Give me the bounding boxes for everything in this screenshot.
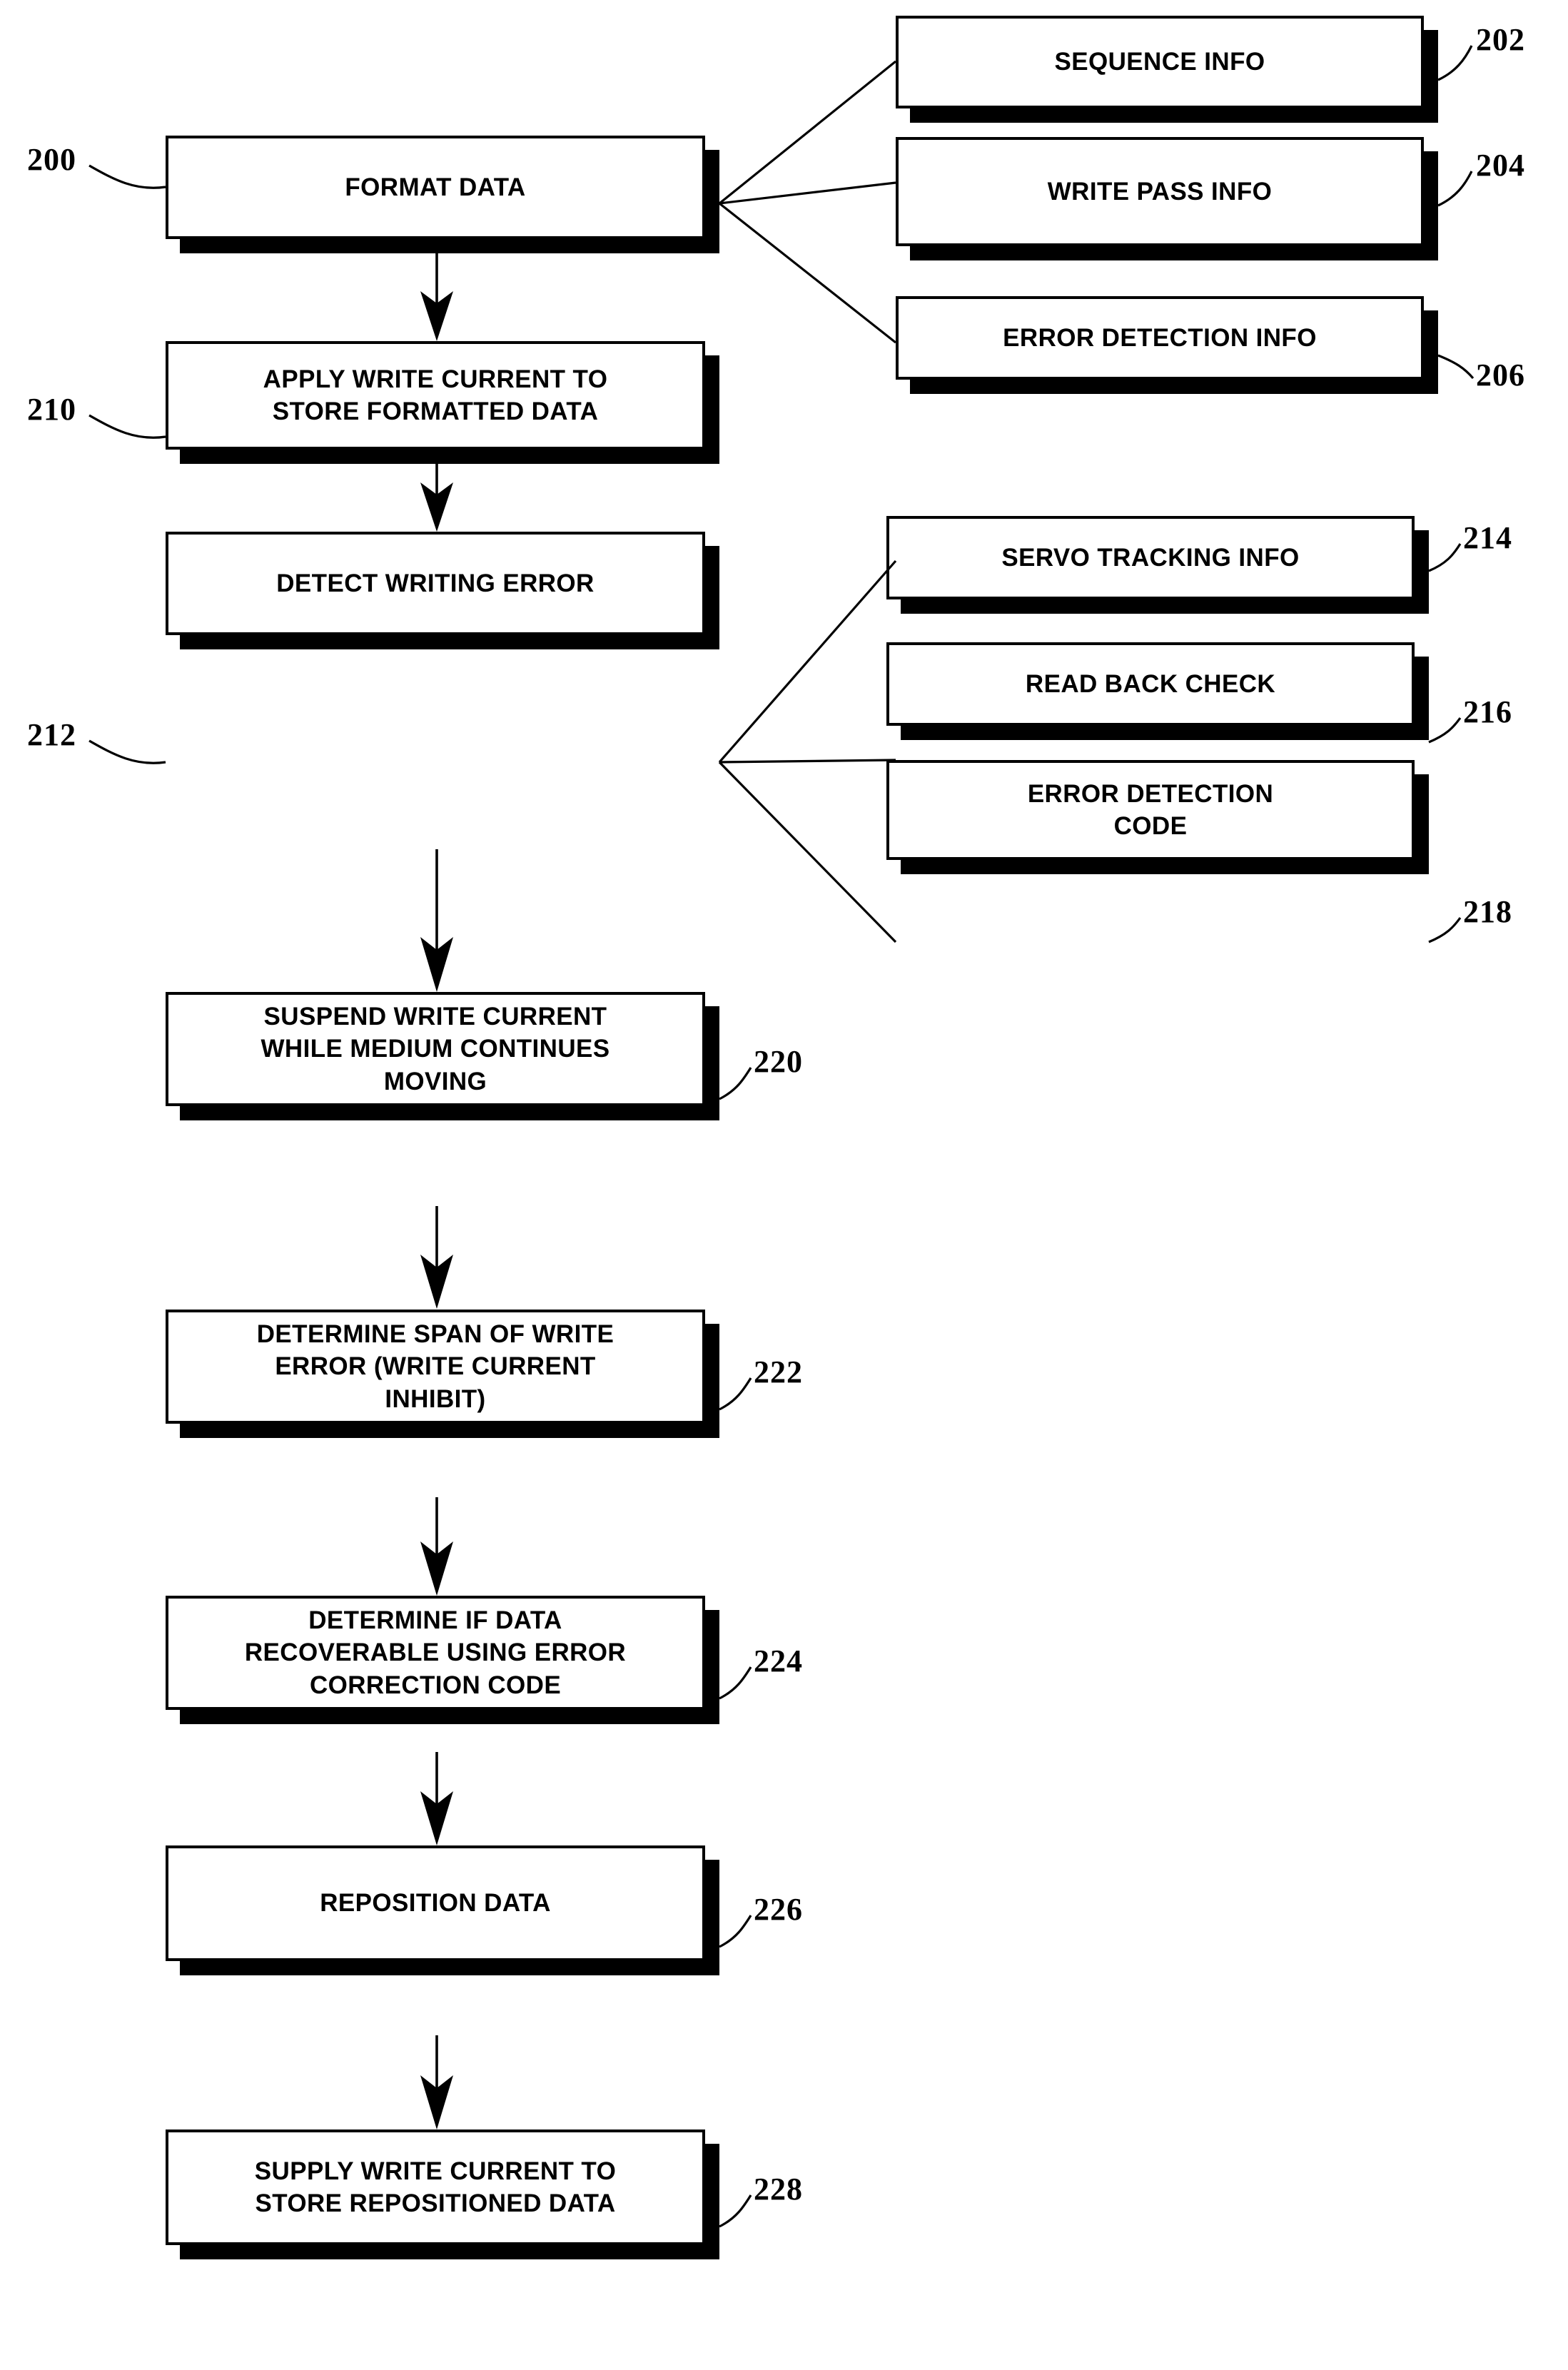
fan-connector-detect-writing-error	[718, 559, 897, 943]
process-box-determine-recoverable[interactable]: DETERMINE IF DATA RECOVERABLE USING ERRO…	[166, 1596, 705, 1710]
reference-numeral-210: 210	[27, 391, 76, 427]
process-box-determine-span[interactable]: DETERMINE SPAN OF WRITE ERROR (WRITE CUR…	[166, 1310, 705, 1424]
info-box-label: ERROR DETECTION CODE	[1027, 779, 1274, 841]
fan-connector-format-data	[718, 60, 897, 344]
reference-numeral-text: 210	[27, 392, 76, 427]
reference-numeral-202: 202	[1476, 21, 1525, 58]
reference-numeral-text: 200	[27, 142, 76, 177]
reference-numeral-224: 224	[754, 1643, 803, 1679]
reference-numeral-204: 204	[1476, 147, 1525, 183]
process-box-label: FORMAT DATA	[345, 173, 526, 201]
process-box-label: REPOSITION DATA	[320, 1889, 551, 1918]
reference-numeral-228: 228	[754, 2171, 803, 2207]
process-box-label: SUPPLY WRITE CURRENT TO STORE REPOSITION…	[254, 2157, 617, 2218]
reference-numeral-200: 200	[27, 141, 76, 178]
process-box-label: SUSPEND WRITE CURRENT WHILE MEDIUM CONTI…	[261, 1002, 610, 1095]
info-box-read-back-check[interactable]: READ BACK CHECK	[886, 642, 1415, 726]
process-box-format-data[interactable]: FORMAT DATA	[166, 136, 705, 239]
reference-numeral-text: 220	[754, 1044, 803, 1079]
flow-arrow-210-to-212	[420, 464, 453, 532]
flow-arrow-200-to-210	[420, 253, 453, 341]
info-box-servo-tracking-info[interactable]: SERVO TRACKING INFO	[886, 516, 1415, 599]
info-box-label: SERVO TRACKING INFO	[1001, 543, 1300, 572]
reference-numeral-text: 222	[754, 1354, 803, 1389]
flow-arrow-220-to-222	[420, 1206, 453, 1309]
flow-arrow-222-to-224	[420, 1497, 453, 1596]
info-box-error-detection-info[interactable]: ERROR DETECTION INFO	[896, 296, 1424, 380]
reference-numeral-text: 206	[1476, 358, 1525, 393]
patent-figure: FORMAT DATA APPLY WRITE CURRENT TO STORE…	[0, 0, 1568, 2370]
process-box-reposition-data[interactable]: REPOSITION DATA	[166, 1845, 705, 1961]
reference-numeral-218: 218	[1463, 893, 1512, 930]
reference-numeral-text: 216	[1463, 694, 1512, 729]
reference-numeral-text: 224	[754, 1644, 803, 1678]
info-box-label: SEQUENCE INFO	[1054, 48, 1265, 76]
info-box-label: READ BACK CHECK	[1025, 669, 1276, 698]
reference-numeral-text: 204	[1476, 148, 1525, 183]
reference-numeral-206: 206	[1476, 357, 1525, 393]
reference-numeral-222: 222	[754, 1354, 803, 1390]
info-box-error-detection-code[interactable]: ERROR DETECTION CODE	[886, 760, 1415, 860]
flow-arrow-212-to-220	[420, 849, 453, 992]
process-box-label: DETERMINE SPAN OF WRITE ERROR (WRITE CUR…	[256, 1320, 614, 1413]
process-box-supply-write-current[interactable]: SUPPLY WRITE CURRENT TO STORE REPOSITION…	[166, 2130, 705, 2245]
reference-numeral-212: 212	[27, 716, 76, 753]
reference-numeral-214: 214	[1463, 520, 1512, 556]
reference-numeral-text: 218	[1463, 894, 1512, 929]
info-box-write-pass-info[interactable]: WRITE PASS INFO	[896, 137, 1424, 246]
reference-numeral-text: 214	[1463, 520, 1512, 555]
process-box-label: DETECT WRITING ERROR	[276, 569, 595, 597]
reference-numeral-226: 226	[754, 1891, 803, 1928]
info-box-sequence-info[interactable]: SEQUENCE INFO	[896, 16, 1424, 108]
reference-numeral-text: 212	[27, 717, 76, 752]
reference-numeral-220: 220	[754, 1043, 803, 1080]
process-box-apply-write-current[interactable]: APPLY WRITE CURRENT TO STORE FORMATTED D…	[166, 341, 705, 450]
reference-numeral-text: 226	[754, 1892, 803, 1927]
reference-numeral-text: 202	[1476, 22, 1525, 57]
process-box-label: APPLY WRITE CURRENT TO STORE FORMATTED D…	[263, 365, 608, 426]
reference-numeral-text: 228	[754, 2172, 803, 2207]
info-box-label: WRITE PASS INFO	[1047, 177, 1273, 206]
process-box-label: DETERMINE IF DATA RECOVERABLE USING ERRO…	[244, 1606, 627, 1699]
flow-arrow-224-to-226	[420, 1752, 453, 1845]
info-box-label: ERROR DETECTION INFO	[1003, 323, 1317, 352]
process-box-detect-writing-error[interactable]: DETECT WRITING ERROR	[166, 532, 705, 635]
flow-arrow-226-to-228	[420, 2035, 453, 2130]
reference-numeral-216: 216	[1463, 694, 1512, 730]
process-box-suspend-write-current[interactable]: SUSPEND WRITE CURRENT WHILE MEDIUM CONTI…	[166, 992, 705, 1106]
